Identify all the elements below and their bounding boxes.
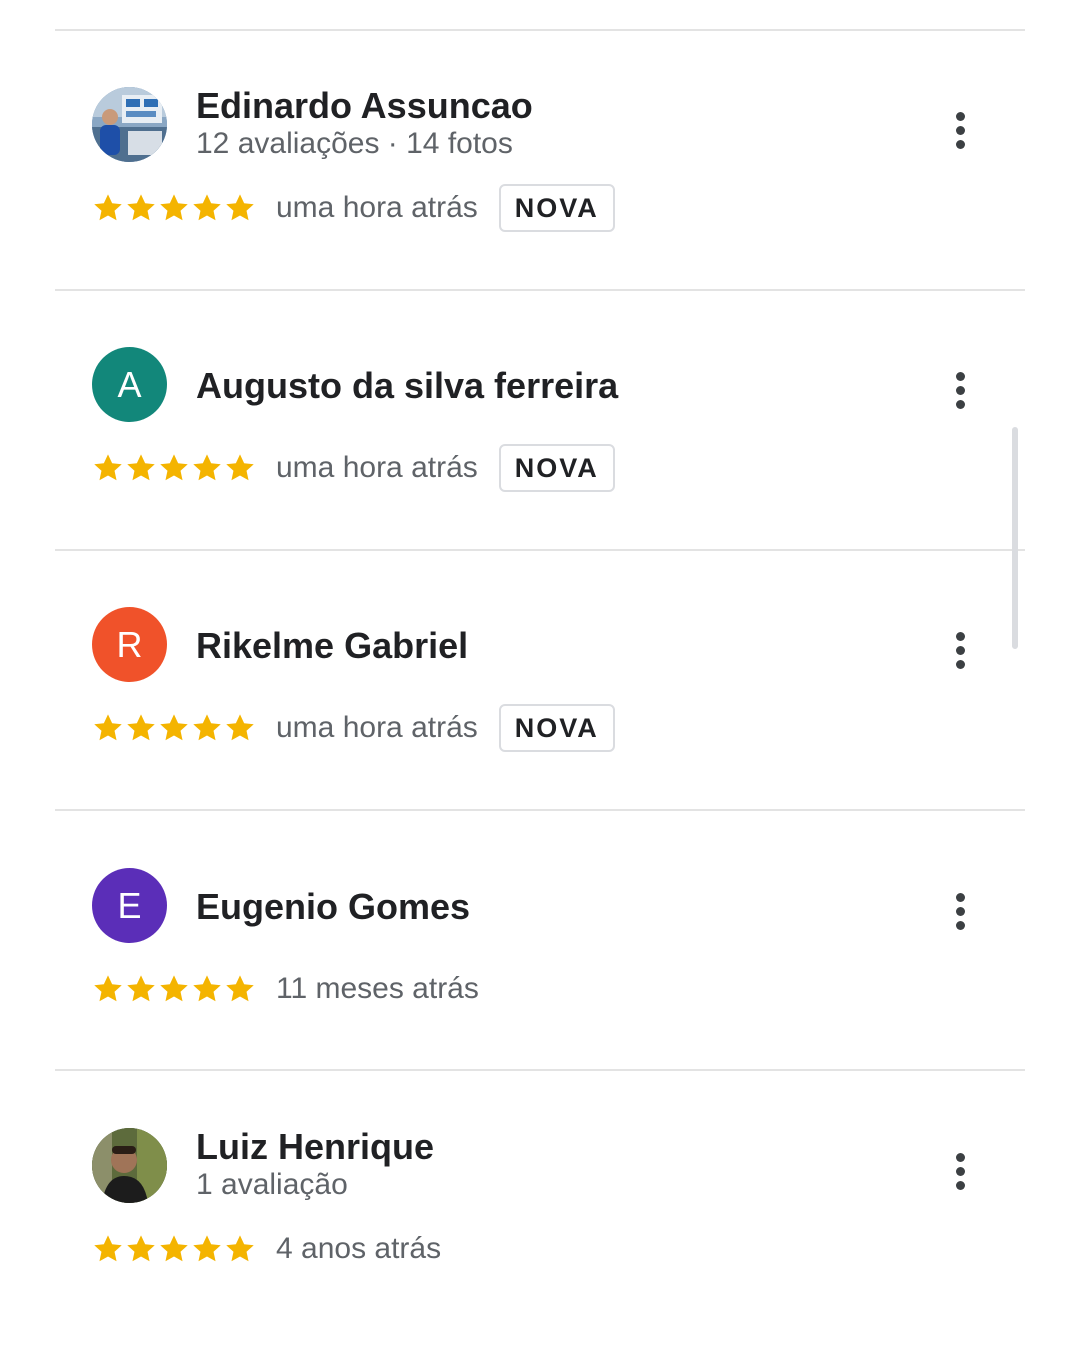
profile-photo	[92, 87, 167, 162]
star-rating	[92, 1233, 256, 1265]
star-rating	[92, 452, 256, 484]
avatar[interactable]	[92, 1128, 167, 1203]
star-icon	[127, 1235, 155, 1262]
review-time: 4 anos atrás	[276, 1232, 442, 1265]
more-vert-icon[interactable]	[940, 886, 980, 936]
star-icon	[127, 714, 155, 741]
divider	[55, 809, 1025, 811]
rating-row: uma hora atrás NOVA	[92, 183, 615, 233]
star-icon	[226, 454, 254, 481]
review-time: uma hora atrás	[276, 191, 478, 224]
star-icon	[160, 714, 188, 741]
new-badge: NOVA	[498, 444, 615, 492]
star-icon	[226, 1235, 254, 1262]
star-rating	[92, 192, 256, 224]
star-icon	[193, 975, 221, 1002]
avatar-letter: E	[117, 884, 142, 926]
scrollbar[interactable]	[1012, 427, 1018, 649]
avatar-letter: A	[117, 363, 142, 405]
more-vert-icon[interactable]	[940, 365, 980, 415]
star-icon	[160, 194, 188, 221]
rating-row: uma hora atrás NOVA	[92, 703, 615, 753]
avatar[interactable]: A	[92, 347, 167, 422]
reviewer-stats: 1 avaliação	[196, 1168, 348, 1201]
reviewer-name[interactable]: Eugenio Gomes	[196, 886, 470, 928]
star-icon	[160, 1235, 188, 1262]
star-icon	[94, 975, 122, 1002]
star-icon	[160, 975, 188, 1002]
reviewer-name[interactable]: Augusto da silva ferreira	[196, 365, 618, 407]
star-icon	[160, 454, 188, 481]
reviewer-name[interactable]: Rikelme Gabriel	[196, 625, 468, 667]
star-icon	[94, 454, 122, 481]
star-icon	[193, 1235, 221, 1262]
review-item: E Eugenio Gomes 11 meses atrás	[0, 868, 1080, 1098]
star-icon	[127, 454, 155, 481]
profile-photo	[92, 1128, 167, 1203]
reviewer-name[interactable]: Edinardo Assuncao	[196, 85, 533, 127]
review-item: Edinardo Assuncao 12 avaliações · 14 fot…	[0, 85, 1080, 317]
avatar-letter: R	[116, 623, 143, 665]
divider	[55, 289, 1025, 291]
star-icon	[193, 454, 221, 481]
reviewer-stats: 12 avaliações · 14 fotos	[196, 127, 513, 160]
star-icon	[193, 714, 221, 741]
rating-row: 11 meses atrás	[92, 964, 479, 1014]
review-time: uma hora atrás	[276, 711, 478, 744]
star-rating	[92, 973, 256, 1005]
review-item: A Augusto da silva ferreira uma hora atr…	[0, 347, 1080, 577]
more-vert-icon[interactable]	[940, 1146, 980, 1196]
review-item: Luiz Henrique 1 avaliação 4 anos atrás	[0, 1126, 1080, 1350]
reviewer-name[interactable]: Luiz Henrique	[196, 1126, 434, 1168]
star-icon	[127, 975, 155, 1002]
review-item: R Rikelme Gabriel uma hora atrás NOVA	[0, 607, 1080, 837]
divider	[55, 549, 1025, 551]
star-icon	[226, 975, 254, 1002]
avatar[interactable]: R	[92, 607, 167, 682]
star-icon	[94, 1235, 122, 1262]
star-icon	[94, 194, 122, 221]
star-icon	[193, 194, 221, 221]
star-icon	[127, 194, 155, 221]
more-vert-icon[interactable]	[940, 105, 980, 155]
star-icon	[94, 714, 122, 741]
rating-row: uma hora atrás NOVA	[92, 443, 615, 493]
avatar[interactable]: E	[92, 868, 167, 943]
star-rating	[92, 712, 256, 744]
review-time: 11 meses atrás	[276, 972, 479, 1005]
star-icon	[226, 714, 254, 741]
divider	[55, 29, 1025, 31]
rating-row: 4 anos atrás	[92, 1224, 441, 1274]
new-badge: NOVA	[498, 184, 615, 232]
reviews-list: Edinardo Assuncao 12 avaliações · 14 fot…	[0, 0, 1080, 1350]
new-badge: NOVA	[498, 704, 615, 752]
more-vert-icon[interactable]	[940, 625, 980, 675]
star-icon	[226, 194, 254, 221]
avatar[interactable]	[92, 87, 167, 162]
review-time: uma hora atrás	[276, 451, 478, 484]
divider	[55, 1069, 1025, 1071]
